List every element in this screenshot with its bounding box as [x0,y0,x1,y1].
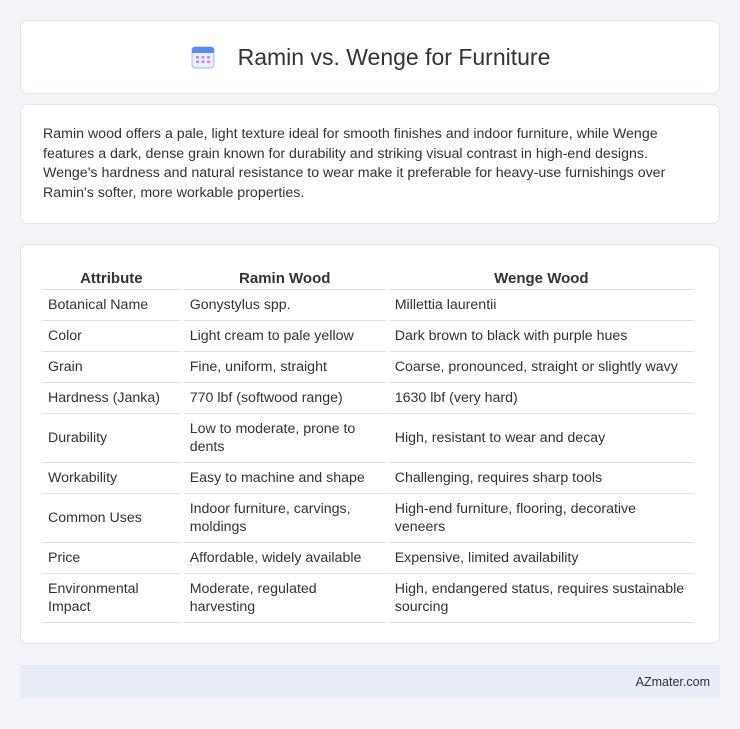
cell-attribute: Hardness (Janka) [42,383,181,414]
cell-attribute: Price [42,543,181,574]
cell-attribute: Common Uses [42,494,181,543]
cell-attribute: Environmental Impact [42,574,181,623]
table-row: Hardness (Janka) 770 lbf (softwood range… [42,383,694,414]
footer-site-link[interactable]: AZmater.com [636,675,710,689]
header-ramin: Ramin Wood [183,263,386,290]
table-row: Workability Easy to machine and shape Ch… [42,463,694,494]
cell-wenge: High, resistant to wear and decay [388,414,694,463]
cell-ramin: Light cream to pale yellow [183,321,386,352]
cell-wenge: Millettia laurentii [388,290,694,321]
comparison-table-card: Attribute Ramin Wood Wenge Wood Botanica… [20,244,720,644]
cell-wenge: Coarse, pronounced, straight or slightly… [388,352,694,383]
cell-ramin: Affordable, widely available [183,543,386,574]
cell-ramin: Easy to machine and shape [183,463,386,494]
cell-wenge: Expensive, limited availability [388,543,694,574]
table-row: Grain Fine, uniform, straight Coarse, pr… [42,352,694,383]
cell-attribute: Workability [42,463,181,494]
table-row: Botanical Name Gonystylus spp. Millettia… [42,290,694,321]
footer-bar: AZmater.com [20,665,720,698]
cell-wenge: Challenging, requires sharp tools [388,463,694,494]
cell-wenge: 1630 lbf (very hard) [388,383,694,414]
table-row: Environmental Impact Moderate, regulated… [42,574,694,623]
table-row: Color Light cream to pale yellow Dark br… [42,321,694,352]
cell-attribute: Durability [42,414,181,463]
cell-attribute: Color [42,321,181,352]
cell-attribute: Botanical Name [42,290,181,321]
cell-ramin: Low to moderate, prone to dents [183,414,386,463]
cell-ramin: Moderate, regulated harvesting [183,574,386,623]
intro-card: Ramin wood offers a pale, light texture … [20,104,720,224]
table-header-row: Attribute Ramin Wood Wenge Wood [42,263,694,290]
cell-wenge: Dark brown to black with purple hues [388,321,694,352]
cell-ramin: Gonystylus spp. [183,290,386,321]
title-card: Ramin vs. Wenge for Furniture [20,20,720,94]
table-row: Common Uses Indoor furniture, carvings, … [42,494,694,543]
header-wenge: Wenge Wood [388,263,694,290]
cell-attribute: Grain [42,352,181,383]
calendar-icon [191,46,215,69]
comparison-table: Attribute Ramin Wood Wenge Wood Botanica… [39,263,697,623]
intro-text: Ramin wood offers a pale, light texture … [43,126,666,201]
header-attribute: Attribute [42,263,181,290]
table-row: Durability Low to moderate, prone to den… [42,414,694,463]
cell-wenge: High, endangered status, requires sustai… [388,574,694,623]
cell-wenge: High-end furniture, flooring, decorative… [388,494,694,543]
cell-ramin: 770 lbf (softwood range) [183,383,386,414]
page-title: Ramin vs. Wenge for Furniture [237,43,551,70]
table-row: Price Affordable, widely available Expen… [42,543,694,574]
cell-ramin: Fine, uniform, straight [183,352,386,383]
cell-ramin: Indoor furniture, carvings, moldings [183,494,386,543]
